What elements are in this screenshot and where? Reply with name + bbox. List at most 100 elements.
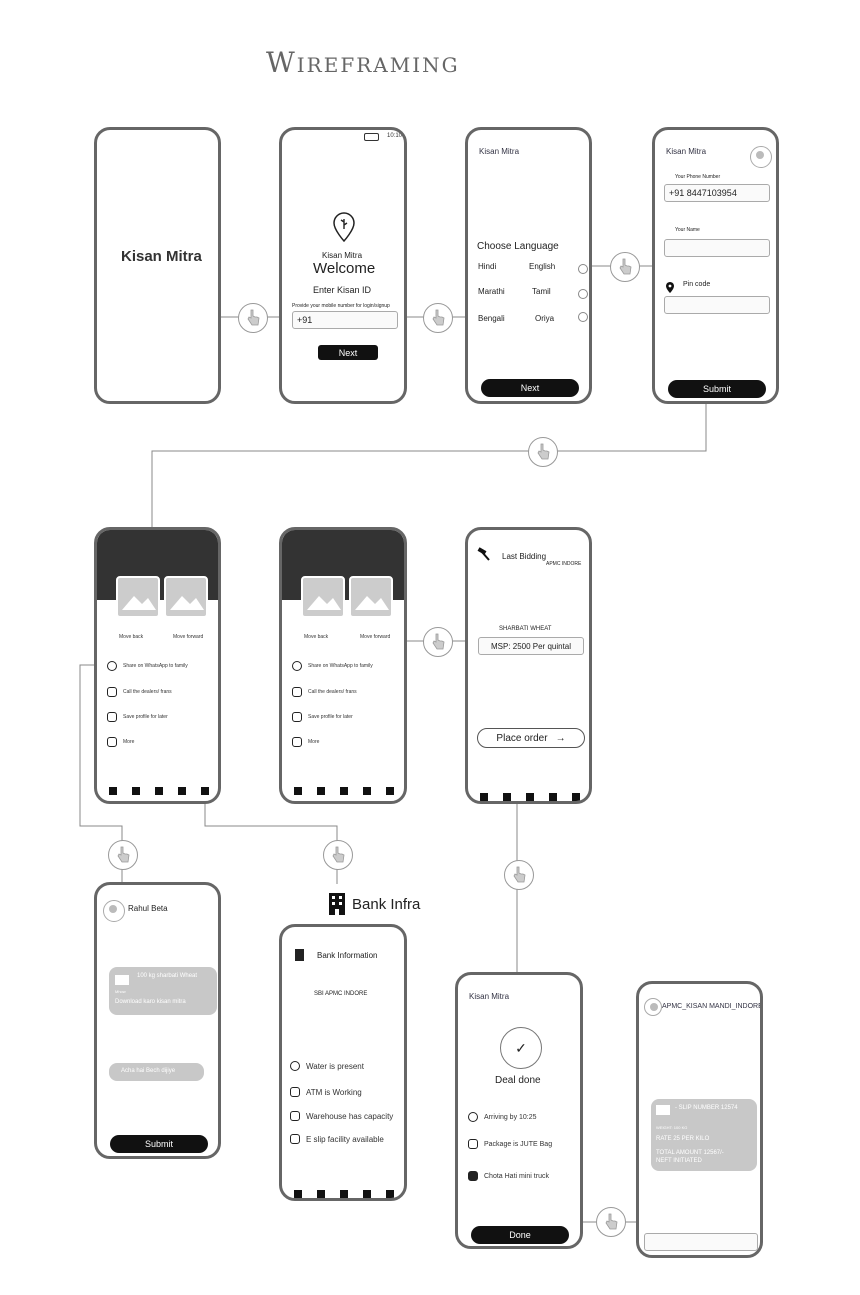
login-next-button[interactable]: Next: [318, 345, 378, 360]
slip-reply-input[interactable]: [644, 1233, 758, 1251]
nav-item-1[interactable]: [294, 787, 302, 795]
nav-item-2[interactable]: [503, 793, 511, 801]
nav-item-4[interactable]: [178, 787, 186, 795]
lang-marathi[interactable]: Marathi: [478, 287, 505, 296]
action-share[interactable]: Share on WhatsApp to family: [292, 661, 373, 671]
image-thumb-1[interactable]: [301, 576, 345, 618]
water-drop-icon: [290, 1061, 300, 1071]
msp-field: MSP: 2500 Per quintal: [478, 637, 584, 655]
phone-icon: [292, 687, 302, 697]
chat-submit-button[interactable]: Submit: [110, 1135, 208, 1153]
facility-water: Water is present: [290, 1061, 364, 1071]
facility-eslip: E slip facility available: [290, 1134, 384, 1144]
nav-item-2[interactable]: [317, 787, 325, 795]
action-call[interactable]: Call the dealers/ frans: [292, 687, 357, 697]
screen-chat: Rahul Beta 100 kg sharbati Wheat Mhow Do…: [94, 882, 221, 1159]
pin-input[interactable]: [664, 296, 770, 314]
action-save[interactable]: Save profile for later: [107, 712, 168, 722]
login-app-name: Kisan Mitra: [322, 251, 363, 260]
enter-id-label: Enter Kisan ID: [313, 285, 372, 295]
nav-item-5[interactable]: [572, 793, 580, 801]
phone-input[interactable]: +91 8447103954: [664, 184, 770, 202]
phone-icon: [107, 687, 117, 697]
chat-message-1: 100 kg sharbati Wheat Mhow Download karo…: [109, 967, 217, 1015]
nav-item-2[interactable]: [132, 787, 140, 795]
nav-item-5[interactable]: [386, 1190, 394, 1198]
deal-vehicle: Chota Hati mini truck: [468, 1171, 549, 1181]
deal-package: Package is JUTE Bag: [468, 1139, 552, 1149]
arrow-right-icon: →: [555, 732, 566, 744]
lang-english[interactable]: English: [529, 262, 555, 271]
nav-item-4[interactable]: [363, 787, 371, 795]
screen-splash: Kisan Mitra: [94, 127, 221, 404]
tap-hand-icon: [528, 437, 558, 467]
move-back-label[interactable]: Move back: [304, 634, 328, 640]
tap-hand-icon: [596, 1207, 626, 1237]
screen-bank: Bank Information SBI APMC INDORE Water i…: [279, 924, 407, 1201]
chat-contact-name: Rahul Beta: [128, 904, 168, 913]
screen-deal: Kisan Mitra ✓ Deal done Arriving by 10:2…: [455, 972, 583, 1249]
whatsapp-icon: [292, 661, 302, 671]
nav-item-4[interactable]: [363, 1190, 371, 1198]
lang-radio-2[interactable]: [578, 289, 588, 299]
lang-radio-3[interactable]: [578, 312, 588, 322]
move-forward-label[interactable]: Move forward: [173, 634, 203, 640]
chat-avatar: [103, 900, 125, 922]
screen-slip: APMC_KISAN MANDI_INDORE - SLIP NUMBER 12…: [636, 981, 763, 1258]
tap-hand-icon: [610, 252, 640, 282]
lang-tamil[interactable]: Tamil: [532, 287, 551, 296]
nav-item-3[interactable]: [526, 793, 534, 801]
move-back-label[interactable]: Move back: [119, 634, 143, 640]
nav-item-1[interactable]: [480, 793, 488, 801]
tap-hand-icon: [423, 627, 453, 657]
action-share[interactable]: Share on WhatsApp to family: [107, 661, 188, 671]
action-more[interactable]: More: [107, 737, 134, 747]
screen-profile: Kisan Mitra Your Phone Number +91 844710…: [652, 127, 779, 404]
package-icon: [468, 1139, 478, 1149]
nav-item-3[interactable]: [340, 1190, 348, 1198]
image-icon: [656, 1105, 670, 1115]
action-more[interactable]: More: [292, 737, 319, 747]
login-hint: Provide your mobile number for login/sig…: [292, 303, 390, 309]
mobile-input[interactable]: +91: [292, 311, 398, 329]
deal-done-button[interactable]: Done: [471, 1226, 569, 1244]
action-call[interactable]: Call the dealers/ frans: [107, 687, 172, 697]
nav-item-5[interactable]: [201, 787, 209, 795]
whatsapp-icon: [107, 661, 117, 671]
place-order-button[interactable]: Place order →: [477, 728, 585, 748]
mandi-name: APMC INDORE: [546, 561, 582, 567]
save-icon: [107, 712, 117, 722]
nav-item-4[interactable]: [549, 793, 557, 801]
screen-login: 10:10 Kisan Mitra Welcome Enter Kisan ID…: [279, 127, 407, 404]
lang-hindi[interactable]: Hindi: [478, 262, 496, 271]
action-save[interactable]: Save profile for later: [292, 712, 353, 722]
language-next-button[interactable]: Next: [481, 379, 579, 397]
profile-submit-button[interactable]: Submit: [668, 380, 766, 398]
move-forward-label[interactable]: Move forward: [360, 634, 390, 640]
phone-label: Your Phone Number: [675, 174, 721, 180]
nav-item-1[interactable]: [294, 1190, 302, 1198]
nav-item-2[interactable]: [317, 1190, 325, 1198]
nav-item-5[interactable]: [386, 787, 394, 795]
profile-avatar[interactable]: [750, 146, 772, 168]
more-icon: [292, 737, 302, 747]
image-thumb-1[interactable]: [116, 576, 160, 618]
crop-name: SHARBATI WHEAT: [499, 626, 552, 632]
lang-radio-1[interactable]: [578, 264, 588, 274]
nav-item-3[interactable]: [155, 787, 163, 795]
tap-hand-icon: [323, 840, 353, 870]
atm-icon: [290, 1087, 300, 1097]
name-input[interactable]: [664, 239, 770, 257]
image-thumb-2[interactable]: [349, 576, 393, 618]
status-time: 10:10: [386, 133, 402, 139]
truck-icon: [468, 1171, 478, 1181]
lang-bengali[interactable]: Bengali: [478, 314, 505, 323]
nav-item-3[interactable]: [340, 787, 348, 795]
lang-oriya[interactable]: Oriya: [535, 314, 554, 323]
place-order-label: Place order: [496, 732, 548, 744]
monitor-icon: [290, 1134, 300, 1144]
warehouse-icon: [290, 1111, 300, 1121]
image-thumb-2[interactable]: [164, 576, 208, 618]
building-icon: [329, 893, 345, 920]
nav-item-1[interactable]: [109, 787, 117, 795]
